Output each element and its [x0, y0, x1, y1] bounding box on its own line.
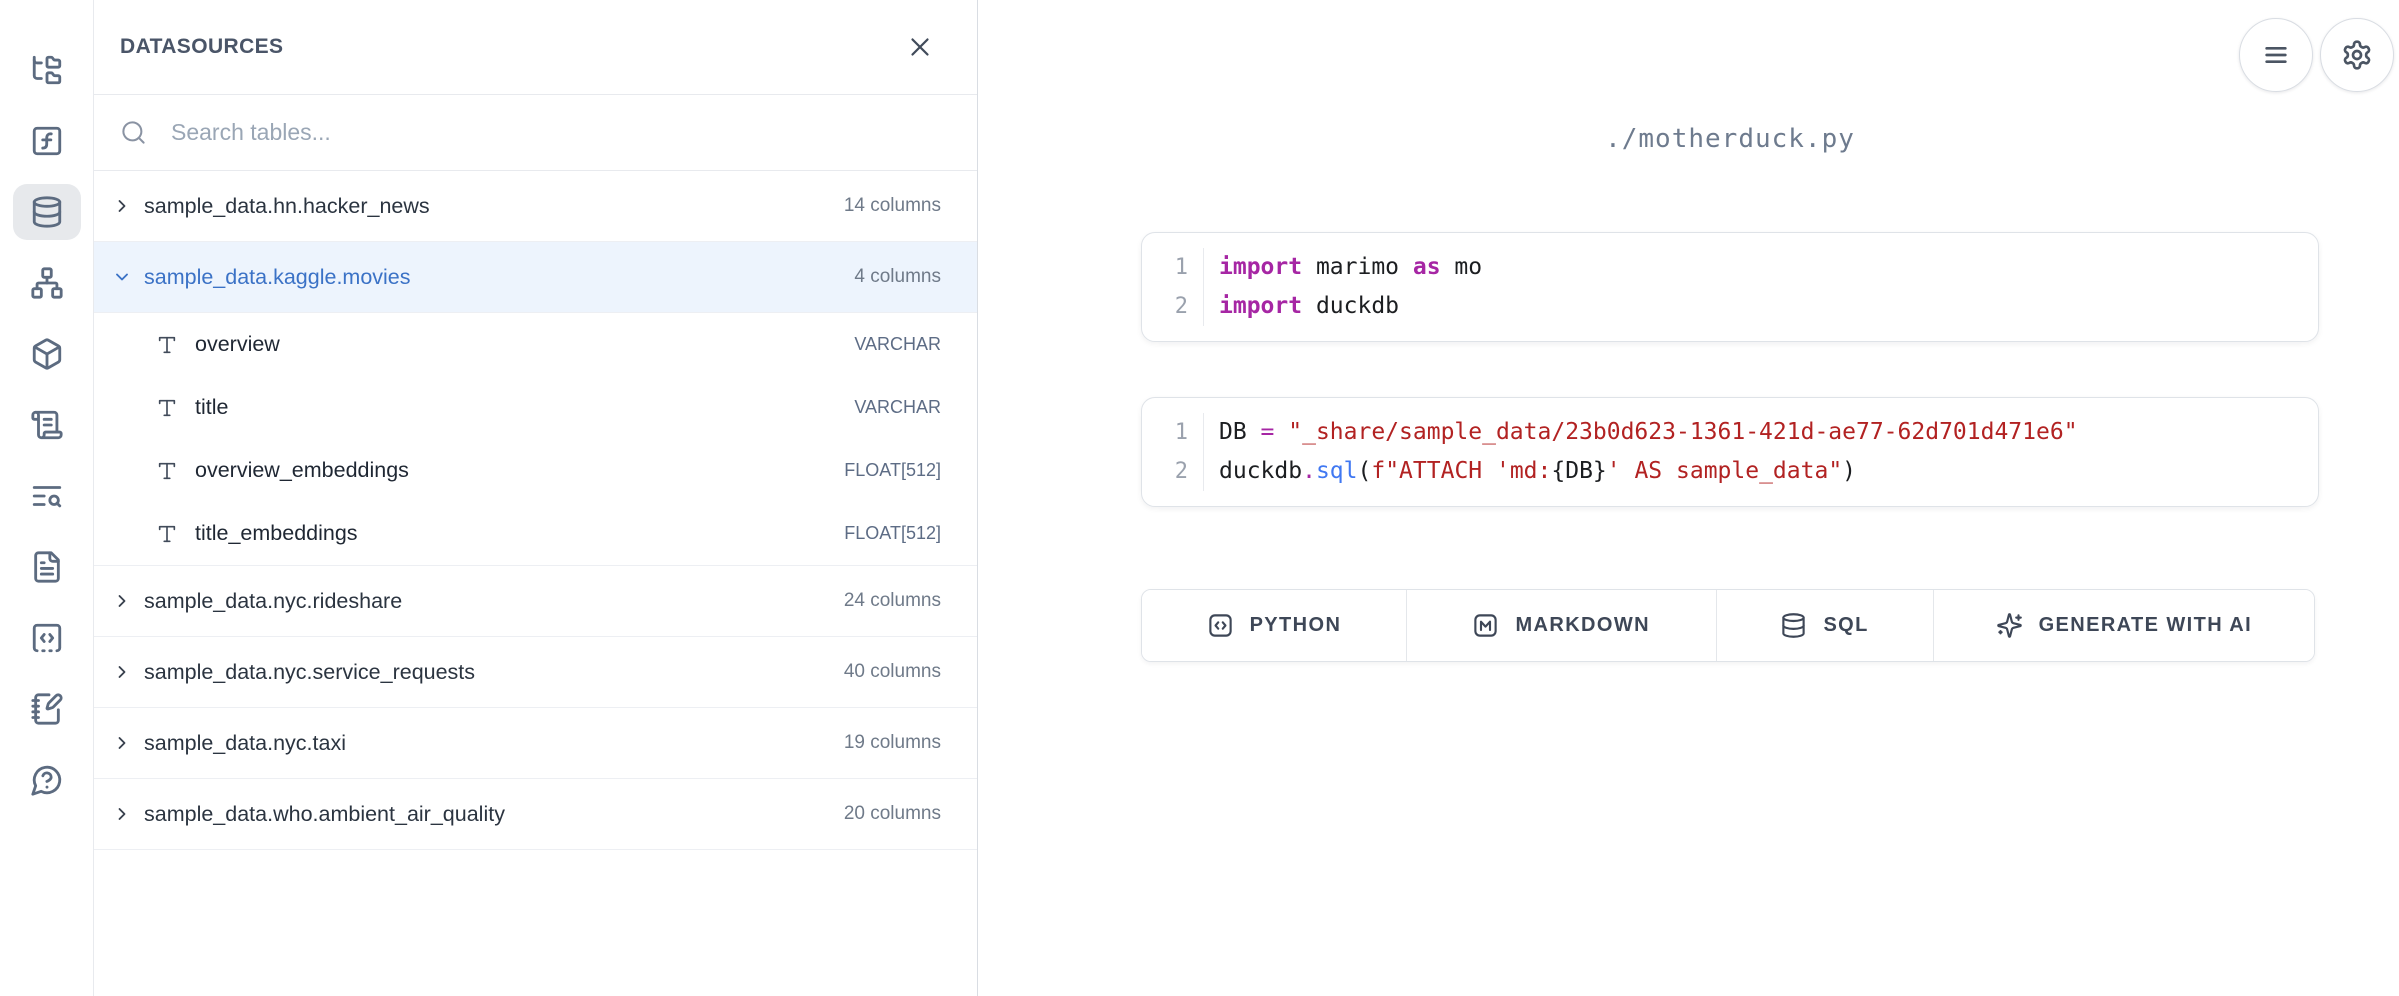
sidebar-item-documentation[interactable] [13, 539, 81, 595]
code-square-icon [1207, 612, 1234, 639]
table-name: sample_data.kaggle.movies [144, 265, 854, 290]
sidebar-item-packages[interactable] [13, 326, 81, 382]
search-input[interactable] [169, 118, 951, 147]
sidebar-item-datasources[interactable] [13, 184, 81, 240]
file-text-icon [30, 550, 64, 584]
column-row[interactable]: title_embeddings FLOAT[512] [94, 502, 977, 565]
sidebar-item-dependencies[interactable] [13, 255, 81, 311]
code-cell: 1 2 DB = "_share/sample_data/23b0d623-13… [1141, 397, 2319, 507]
table-columns-count: 24 columns [844, 590, 941, 612]
folder-tree-icon [30, 53, 64, 87]
chat-question-icon [30, 763, 64, 797]
add-sql-cell-button[interactable]: SQL [1717, 590, 1934, 661]
panel-header: DATASOURCES [94, 0, 977, 95]
table-row[interactable]: sample_data.nyc.service_requests 40 colu… [94, 637, 977, 708]
table-row[interactable]: sample_data.nyc.rideshare 24 columns [94, 566, 977, 637]
chevron-right-icon [112, 733, 132, 753]
table-row[interactable]: sample_data.nyc.taxi 19 columns [94, 708, 977, 779]
database-icon [1780, 612, 1807, 639]
column-row[interactable]: overview_embeddings FLOAT[512] [94, 439, 977, 502]
chevron-right-icon [112, 804, 132, 824]
table-columns-count: 14 columns [844, 195, 941, 217]
code-editor[interactable]: DB = "_share/sample_data/23b0d623-1361-4… [1204, 413, 2318, 491]
table-name: sample_data.nyc.rideshare [144, 589, 844, 614]
code-line: duckdb.sql(f"ATTACH 'md:{DB}' AS sample_… [1219, 452, 2318, 491]
table-columns-count: 40 columns [844, 661, 941, 683]
type-text-icon [156, 334, 178, 356]
chevron-right-icon [112, 196, 132, 216]
column-type: FLOAT[512] [844, 460, 941, 481]
chevron-right-icon [112, 662, 132, 682]
add-markdown-cell-label: MARKDOWN [1515, 614, 1650, 637]
search-icon [120, 119, 147, 146]
network-icon [30, 266, 64, 300]
column-row[interactable]: overview VARCHAR [94, 313, 977, 376]
sidebar-item-logs[interactable] [13, 468, 81, 524]
column-name: title [195, 395, 854, 420]
table-columns-count: 19 columns [844, 732, 941, 754]
sidebar-item-snippets[interactable] [13, 610, 81, 666]
add-markdown-cell-button[interactable]: MARKDOWN [1407, 590, 1717, 661]
code-line: DB = "_share/sample_data/23b0d623-1361-4… [1219, 413, 2318, 452]
settings-button[interactable] [2320, 18, 2394, 92]
activity-rail [0, 0, 93, 996]
column-name: overview [195, 332, 854, 357]
expanded-columns-list: overview VARCHAR title VARCHAR overview_… [94, 313, 977, 566]
markdown-square-icon [1472, 612, 1499, 639]
column-row[interactable]: title VARCHAR [94, 376, 977, 439]
table-name: sample_data.nyc.taxi [144, 731, 844, 756]
table-row-selected[interactable]: sample_data.kaggle.movies 4 columns [94, 242, 977, 313]
table-row[interactable]: sample_data.who.ambient_air_quality 20 c… [94, 779, 977, 850]
add-sql-cell-label: SQL [1823, 614, 1868, 637]
add-python-cell-label: PYTHON [1250, 614, 1342, 637]
sidebar-item-scratchpad[interactable] [13, 681, 81, 737]
line-numbers: 1 2 [1142, 248, 1204, 326]
box-icon [30, 337, 64, 371]
table-row[interactable]: sample_data.hn.hacker_news 14 columns [94, 171, 977, 242]
column-name: overview_embeddings [195, 458, 844, 483]
code-square-dashed-icon [30, 621, 64, 655]
code-editor[interactable]: import marimo as mo import duckdb [1204, 248, 2318, 326]
function-square-icon [30, 124, 64, 158]
type-text-icon [156, 523, 178, 545]
add-cell-button-row: PYTHON MARKDOWN SQL GENERATE WITH AI [1141, 589, 2315, 662]
table-columns-count: 20 columns [844, 803, 941, 825]
sidebar-item-help[interactable] [13, 752, 81, 808]
type-text-icon [156, 397, 178, 419]
panel-title: DATASOURCES [120, 35, 283, 59]
code-line: import marimo as mo [1219, 248, 2318, 287]
database-icon [30, 195, 64, 229]
sparkles-icon [1996, 612, 2023, 639]
table-name: sample_data.nyc.service_requests [144, 660, 844, 685]
generate-with-ai-label: GENERATE WITH AI [2039, 614, 2253, 637]
scroll-text-icon [30, 408, 64, 442]
column-type: VARCHAR [854, 334, 941, 355]
column-type: VARCHAR [854, 397, 941, 418]
notebook-menu-button[interactable] [2239, 18, 2313, 92]
chevron-down-icon [112, 267, 132, 287]
close-icon[interactable] [905, 32, 935, 62]
generate-with-ai-button[interactable]: GENERATE WITH AI [1934, 590, 2314, 661]
search-bar [94, 95, 977, 171]
table-name: sample_data.hn.hacker_news [144, 194, 844, 219]
menu-icon [2260, 39, 2292, 71]
code-cell: 1 2 import marimo as mo import duckdb [1141, 232, 2319, 342]
datasources-panel: DATASOURCES sample_data.hn.hacker_news 1… [93, 0, 978, 996]
notebook-filename[interactable]: ./motherduck.py [1141, 124, 2319, 154]
chevron-right-icon [112, 591, 132, 611]
column-type: FLOAT[512] [844, 523, 941, 544]
table-name: sample_data.who.ambient_air_quality [144, 802, 844, 827]
code-line: import duckdb [1219, 287, 2318, 326]
column-name: title_embeddings [195, 521, 844, 546]
line-numbers: 1 2 [1142, 413, 1204, 491]
sidebar-item-variables[interactable] [13, 113, 81, 169]
sidebar-item-file-explorer[interactable] [13, 42, 81, 98]
type-text-icon [156, 460, 178, 482]
add-python-cell-button[interactable]: PYTHON [1142, 590, 1407, 661]
text-search-icon [30, 479, 64, 513]
sidebar-item-tracebacks[interactable] [13, 397, 81, 453]
table-columns-count: 4 columns [854, 266, 941, 288]
gear-icon [2341, 39, 2373, 71]
notebook-pen-icon [30, 692, 64, 726]
